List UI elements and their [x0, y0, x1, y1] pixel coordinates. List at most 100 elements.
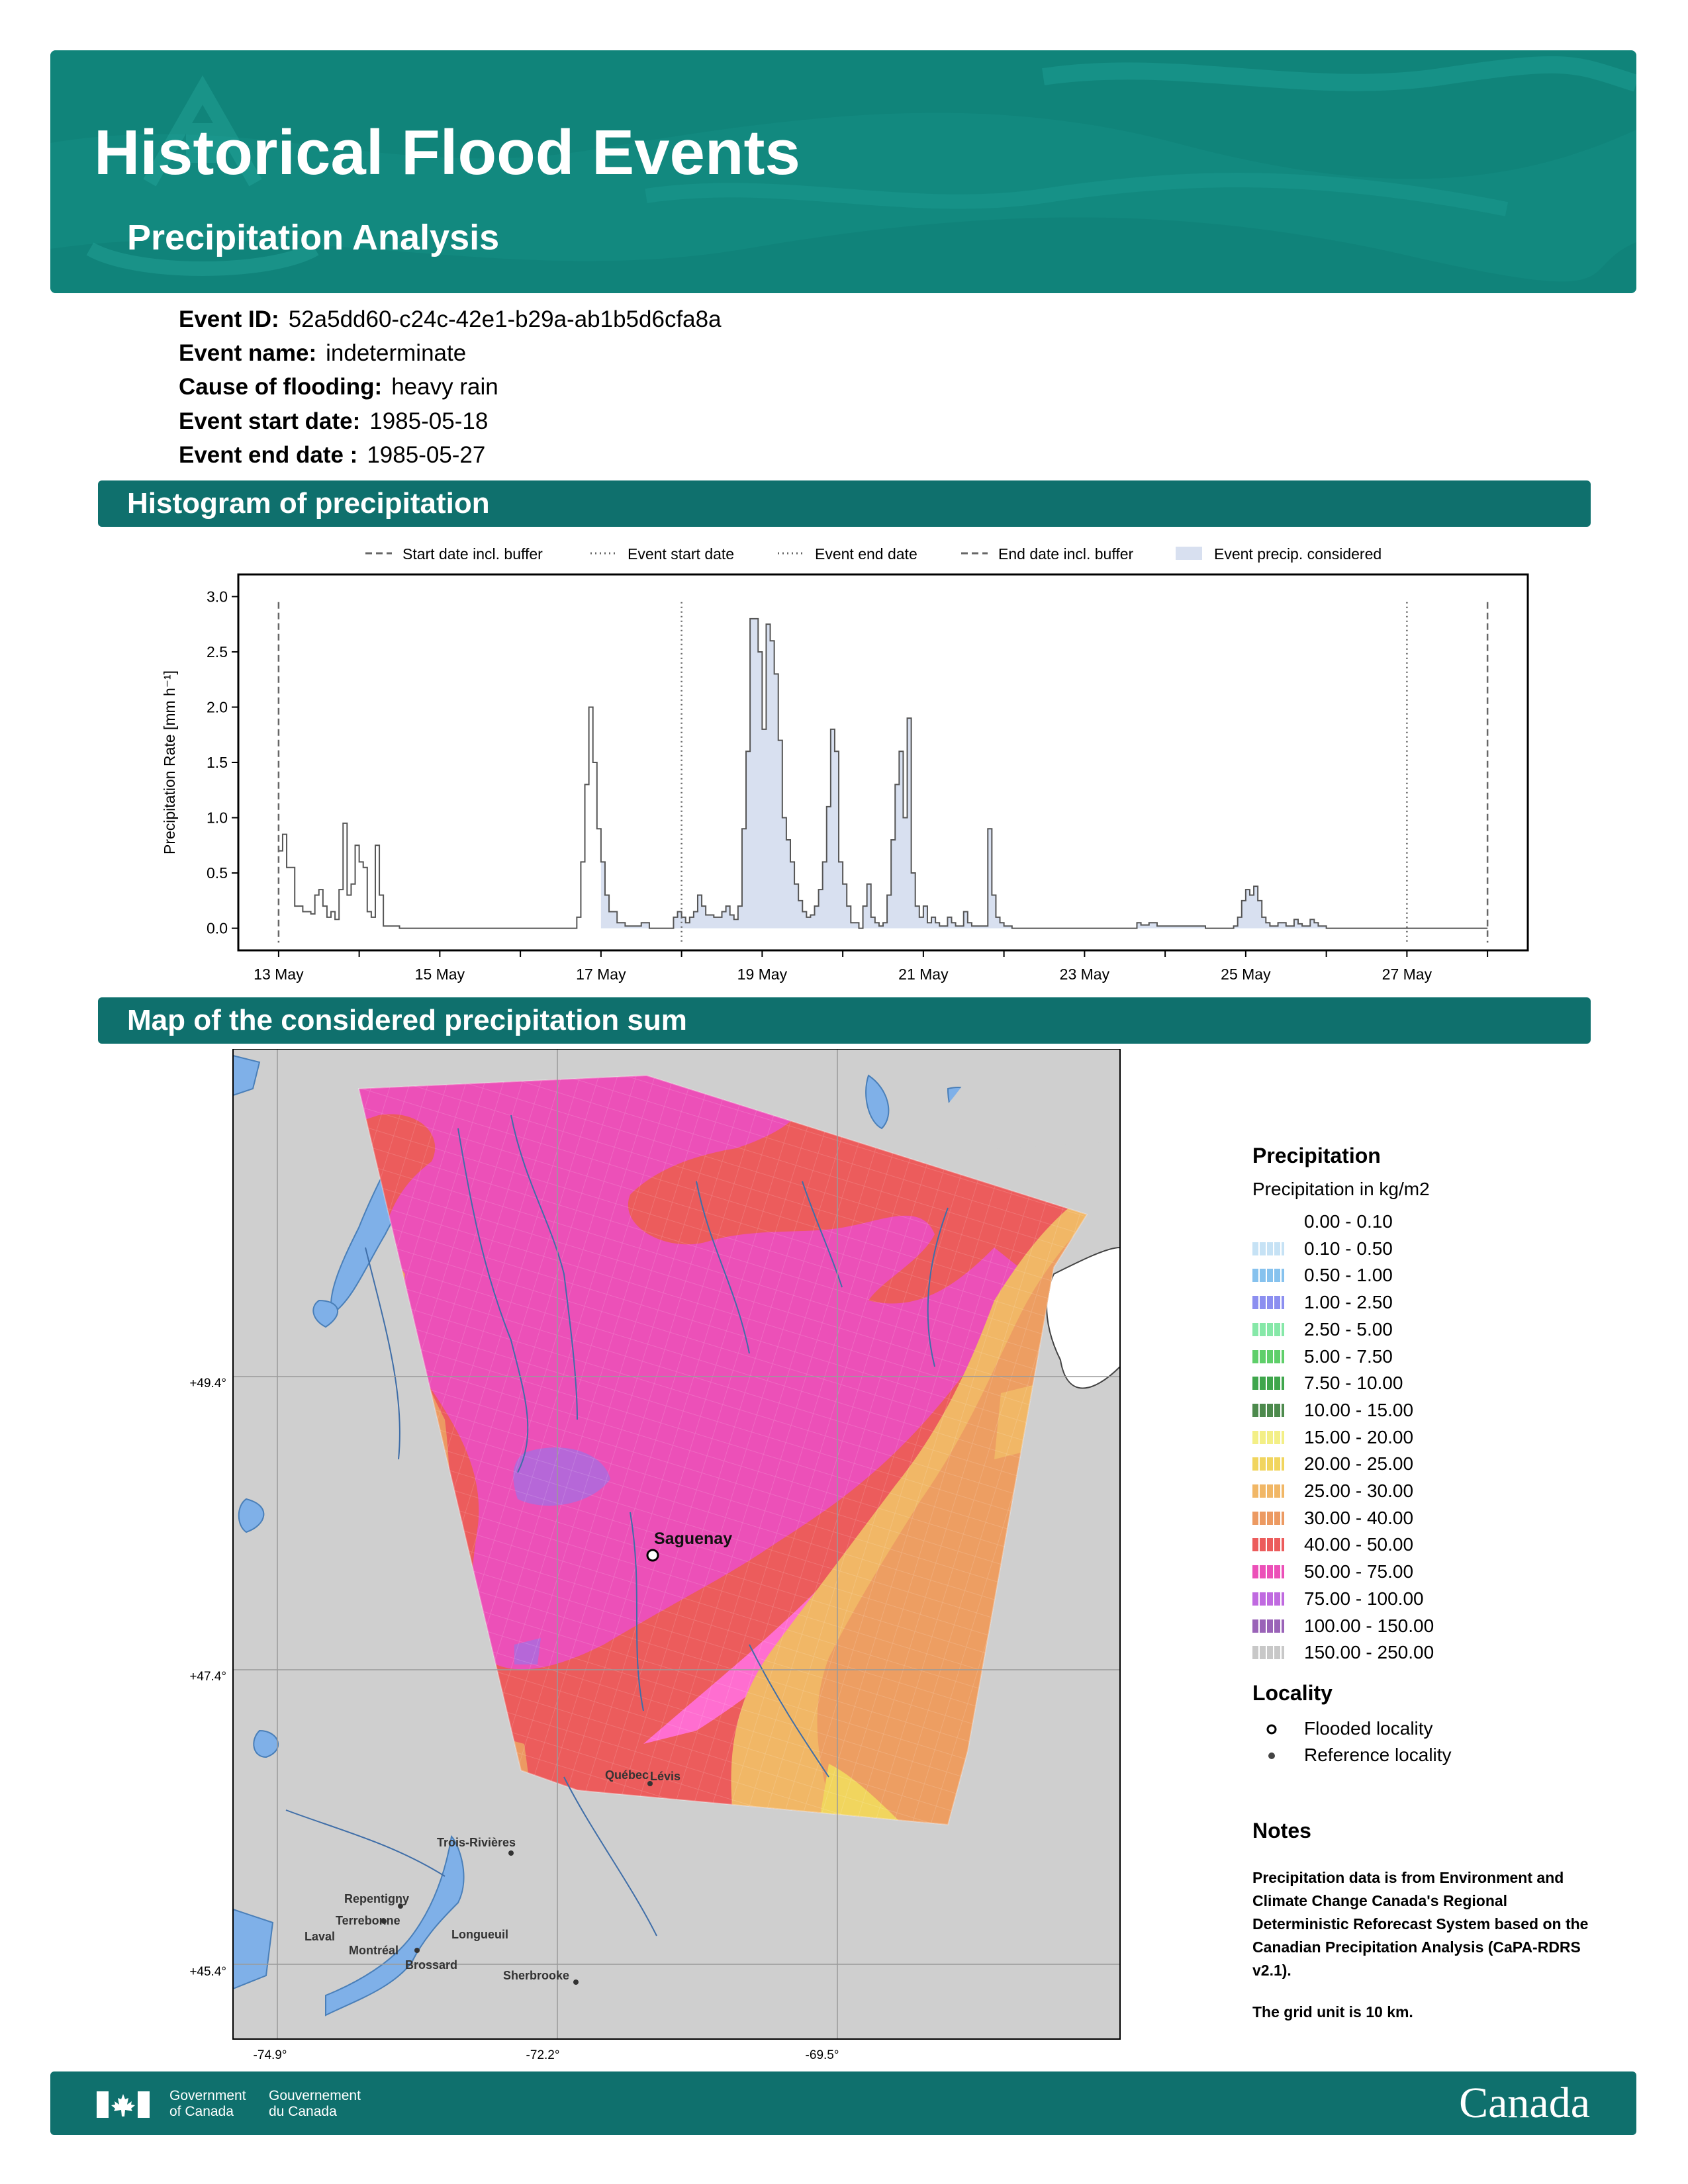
flooded-locality-icon [1266, 1724, 1277, 1735]
plot-frame [237, 573, 1529, 952]
histogram-section-title: Histogram of precipitation [127, 487, 490, 520]
canada-wordmark: Canada [1459, 2079, 1590, 2127]
event-end-row: Event end date : 1985-05-27 [179, 442, 485, 469]
legend-swatch [1252, 1403, 1284, 1417]
reference-locality-icon [1268, 1752, 1275, 1759]
notes-body: Precipitation data is from Environment a… [1252, 1869, 1589, 1979]
legend-swatch [1252, 1565, 1284, 1579]
city-sherbrooke: Sherbrooke [503, 1969, 569, 1982]
city-quebec: Québec [605, 1768, 649, 1782]
lat-label-1: +49.4° [189, 1377, 226, 1390]
y-tick-label: 2.5 [207, 643, 228, 660]
precipitation-histogram: Start date incl. buffer Event start date… [161, 545, 1529, 983]
city-montreal: Montréal [349, 1944, 399, 1957]
event-id-row: Event ID: 52a5dd60-c24c-42e1-b29a-ab1b5d6… [179, 306, 722, 333]
legend-bin: 40.00 - 50.00 [1252, 1531, 1583, 1558]
y-tick-label: 1.5 [207, 754, 228, 771]
legend-bin: 0.50 - 1.00 [1252, 1262, 1583, 1289]
legend-event-precip: Event precip. considered [1214, 545, 1382, 563]
legend-event-start: Event start date [628, 545, 734, 563]
legend-bin: 10.00 - 15.00 [1252, 1397, 1583, 1424]
legend-bin: 5.00 - 7.50 [1252, 1343, 1583, 1370]
x-tick-label: 21 May [898, 966, 949, 983]
y-tick-label: 3.0 [207, 588, 228, 605]
city-levis: Lévis [650, 1770, 680, 1783]
precip-rate-series [278, 617, 1488, 929]
x-tick-label: 27 May [1382, 966, 1432, 983]
lon-label-2: -72.2° [526, 2048, 560, 2062]
legend-bin: 15.00 - 20.00 [1252, 1424, 1583, 1451]
page-footer: Government of Canada Gouvernement du Can… [50, 2071, 1636, 2135]
x-tick-label: 25 May [1221, 966, 1271, 983]
city-longueuil: Longueuil [451, 1928, 508, 1941]
gov-canada-en: Government of Canada [169, 2088, 246, 2119]
legend-bin: 30.00 - 40.00 [1252, 1505, 1583, 1531]
city-trois-rivieres: Trois-Rivières [437, 1836, 516, 1849]
y-axis-label: Precipitation Rate [mm h⁻¹] [161, 670, 178, 854]
legend-bin-label: 40.00 - 50.00 [1304, 1534, 1414, 1555]
event-start-value: 1985-05-18 [369, 408, 489, 434]
locality-title: Locality [1252, 1681, 1333, 1705]
event-end-value: 1985-05-27 [367, 442, 486, 468]
legend-end-buffer: End date incl. buffer [998, 545, 1133, 563]
map-section-title: Map of the considered precipitation sum [127, 1004, 687, 1036]
page-subtitle: Precipitation Analysis [127, 218, 500, 257]
legend-bin: 75.00 - 100.00 [1252, 1586, 1583, 1612]
reference-locality-legend: Reference locality [1252, 1742, 1583, 1768]
legend-bin: 150.00 - 250.00 [1252, 1639, 1583, 1666]
chart-legend: Start date incl. buffer Event start date… [365, 545, 1382, 563]
legend-bin: 0.10 - 0.50 [1252, 1236, 1583, 1262]
city-laval: Laval [305, 1930, 335, 1943]
legend-bin-label: 100.00 - 150.00 [1304, 1615, 1434, 1636]
legend-swatch [1252, 1538, 1284, 1552]
event-start-row: Event start date: 1985-05-18 [179, 408, 488, 435]
legend-bin-label: 75.00 - 100.00 [1304, 1588, 1424, 1609]
lat-label-3: +45.4° [189, 1965, 226, 1979]
legend-swatch [1252, 1484, 1284, 1498]
map-section-header: Map of the considered precipitation sum [98, 997, 1591, 1044]
legend-bin-label: 25.00 - 30.00 [1304, 1480, 1414, 1501]
precipitation-map: Saguenay Québec Lévis Trois-Rivières Rep… [189, 1049, 1121, 2062]
legend-start-buffer: Start date incl. buffer [402, 545, 543, 563]
flooded-locality-legend: Flooded locality [1252, 1715, 1583, 1742]
histogram-section-header: Histogram of precipitation [98, 480, 1591, 527]
legend-swatch [1252, 1646, 1284, 1660]
legend-swatch [1252, 1322, 1284, 1336]
flooded-locality-marker [646, 1549, 659, 1562]
legend-bin: 100.00 - 150.00 [1252, 1613, 1583, 1639]
legend-bin: 0.00 - 0.10 [1252, 1208, 1583, 1235]
city-terrebonne: Terrebonne [336, 1914, 400, 1927]
gov-canada-fr: Gouvernement du Canada [269, 2088, 361, 2119]
legend-bin-label: 7.50 - 10.00 [1304, 1373, 1403, 1394]
legend-event-end: Event end date [815, 545, 917, 563]
y-tick-label: 2.0 [207, 698, 228, 715]
legend-bin-label: 20.00 - 25.00 [1304, 1453, 1414, 1475]
event-id-value: 52a5dd60-c24c-42e1-b29a-ab1b5d6cfa8a [288, 306, 722, 332]
lon-label-3: -69.5° [806, 2048, 839, 2062]
legend-swatch [1252, 1619, 1284, 1633]
legend-bin: 2.50 - 5.00 [1252, 1316, 1583, 1343]
event-id-label: Event ID: [179, 306, 279, 332]
flooded-locality-label: Flooded locality [1304, 1718, 1433, 1739]
legend-bin-label: 15.00 - 20.00 [1304, 1426, 1414, 1447]
x-tick-label: 13 May [254, 966, 304, 983]
legend-swatch [1252, 1242, 1284, 1255]
y-tick-label: 0.5 [207, 864, 228, 882]
event-name-row: Event name: indeterminate [179, 340, 466, 367]
legend-bin-label: 1.00 - 2.50 [1304, 1292, 1393, 1313]
legend-bin: 25.00 - 30.00 [1252, 1478, 1583, 1504]
x-tick-label: 23 May [1060, 966, 1110, 983]
legend-bin-label: 0.10 - 0.50 [1304, 1238, 1393, 1259]
canada-flag-icon [97, 2091, 150, 2118]
x-tick-label: 15 May [415, 966, 465, 983]
legend-swatch [1252, 1349, 1284, 1363]
event-cause-row: Cause of flooding: heavy rain [179, 374, 498, 400]
legend-title: Precipitation [1252, 1144, 1381, 1167]
x-tick-label: 17 May [576, 966, 626, 983]
legend-bin: 20.00 - 25.00 [1252, 1451, 1583, 1477]
event-name-value: indeterminate [326, 340, 467, 366]
y-tick-label: 1.0 [207, 809, 228, 827]
legend-fill-swatch [1176, 547, 1202, 560]
legend-bin-label: 10.00 - 15.00 [1304, 1399, 1414, 1420]
legend-swatch [1252, 1511, 1284, 1525]
